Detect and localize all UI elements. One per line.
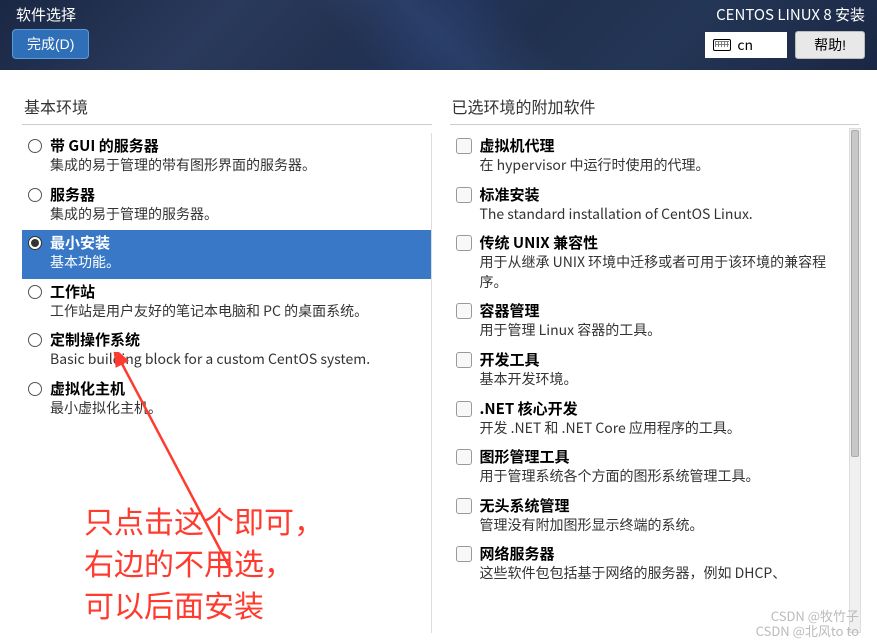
watermark: CSDN @牧竹子 CSDN @北风to to <box>756 608 859 639</box>
base-environment-column: 基本环境 带 GUI 的服务器集成的易于管理的带有图形界面的服务器。服务器集成的… <box>22 94 432 633</box>
env-option-title: 工作站 <box>50 281 425 302</box>
addon-option-desc: 用于管理 Linux 容器的工具。 <box>480 321 850 341</box>
addon-option-desc: 开发 .NET 和 .NET Core 应用程序的工具。 <box>480 419 850 439</box>
page-title: 软件选择 <box>16 4 89 25</box>
env-option-title: 最小安装 <box>50 232 425 253</box>
addon-option-title: 无头系统管理 <box>480 495 850 516</box>
addon-option-title: 标准安装 <box>480 184 850 205</box>
addon-option-desc: The standard installation of CentOS Linu… <box>480 205 850 225</box>
addon-option[interactable]: 无头系统管理管理没有附加图形显示终端的系统。 <box>450 493 856 542</box>
env-option-desc: Basic building block for a custom CentOS… <box>50 350 425 370</box>
addon-option-title: .NET 核心开发 <box>480 398 850 419</box>
radio-icon <box>28 333 42 347</box>
addon-option[interactable]: 开发工具基本开发环境。 <box>450 347 856 396</box>
radio-icon <box>28 285 42 299</box>
addon-option-title: 容器管理 <box>480 300 850 321</box>
radio-icon <box>28 188 42 202</box>
addon-option-desc: 用于从继承 UNIX 环境中迁移或者可用于该环境的兼容程序。 <box>480 253 850 292</box>
env-option-desc: 工作站是用户友好的笔记本电脑和 PC 的桌面系统。 <box>50 302 425 322</box>
lang-code: cn <box>737 35 753 55</box>
addon-option-title: 传统 UNIX 兼容性 <box>480 232 850 253</box>
env-option[interactable]: 定制操作系统Basic building block for a custom … <box>22 327 431 376</box>
addon-option-desc: 管理没有附加图形显示终端的系统。 <box>480 516 850 536</box>
radio-icon <box>28 139 42 153</box>
base-env-list: 带 GUI 的服务器集成的易于管理的带有图形界面的服务器。服务器集成的易于管理的… <box>22 133 432 633</box>
addon-option[interactable]: 图形管理工具用于管理系统各个方面的图形系统管理工具。 <box>450 444 856 493</box>
env-option[interactable]: 带 GUI 的服务器集成的易于管理的带有图形界面的服务器。 <box>22 133 431 182</box>
addons-title: 已选环境的附加软件 <box>450 94 860 118</box>
addon-option[interactable]: .NET 核心开发开发 .NET 和 .NET Core 应用程序的工具。 <box>450 396 856 445</box>
checkbox-icon <box>456 449 472 465</box>
divider <box>450 124 860 125</box>
checkbox-icon <box>456 138 472 154</box>
env-option[interactable]: 工作站工作站是用户友好的笔记本电脑和 PC 的桌面系统。 <box>22 279 431 328</box>
scrollbar[interactable] <box>849 128 861 633</box>
env-option-title: 带 GUI 的服务器 <box>50 135 425 156</box>
content-area: 基本环境 带 GUI 的服务器集成的易于管理的带有图形界面的服务器。服务器集成的… <box>0 70 877 643</box>
scrollbar-thumb[interactable] <box>851 130 859 457</box>
checkbox-icon <box>456 401 472 417</box>
env-option[interactable]: 最小安装基本功能。 <box>22 230 431 279</box>
env-option-desc: 集成的易于管理的带有图形界面的服务器。 <box>50 156 425 176</box>
env-option-desc: 基本功能。 <box>50 253 425 273</box>
divider <box>22 124 432 125</box>
checkbox-icon <box>456 187 472 203</box>
checkbox-icon <box>456 352 472 368</box>
env-option-desc: 最小虚拟化主机。 <box>50 399 425 419</box>
addon-option[interactable]: 网络服务器这些软件包包括基于网络的服务器，例如 DHCP、 <box>450 541 856 590</box>
checkbox-icon <box>456 235 472 251</box>
installer-title: CENTOS LINUX 8 安装 <box>705 4 865 25</box>
addons-column: 已选环境的附加软件 虚拟机代理在 hypervisor 中运行时使用的代理。标准… <box>450 94 860 633</box>
addon-option[interactable]: 标准安装The standard installation of CentOS … <box>450 182 856 231</box>
installer-header: 软件选择 完成(D) CENTOS LINUX 8 安装 cn 帮助! <box>0 0 877 70</box>
addon-option-desc: 这些软件包包括基于网络的服务器，例如 DHCP、 <box>480 564 850 584</box>
done-button[interactable]: 完成(D) <box>12 29 89 59</box>
env-option[interactable]: 虚拟化主机最小虚拟化主机。 <box>22 376 431 425</box>
addon-option-desc: 在 hypervisor 中运行时使用的代理。 <box>480 156 850 176</box>
env-option-title: 服务器 <box>50 184 425 205</box>
addons-list: 虚拟机代理在 hypervisor 中运行时使用的代理。标准安装The stan… <box>450 133 860 633</box>
env-option-title: 虚拟化主机 <box>50 378 425 399</box>
addon-option-title: 图形管理工具 <box>480 446 850 467</box>
radio-icon <box>28 236 42 250</box>
addon-option[interactable]: 容器管理用于管理 Linux 容器的工具。 <box>450 298 856 347</box>
addon-option[interactable]: 虚拟机代理在 hypervisor 中运行时使用的代理。 <box>450 133 856 182</box>
help-button[interactable]: 帮助! <box>795 31 865 59</box>
base-env-title: 基本环境 <box>22 94 432 118</box>
addon-option-desc: 基本开发环境。 <box>480 370 850 390</box>
addon-option[interactable]: 传统 UNIX 兼容性用于从继承 UNIX 环境中迁移或者可用于该环境的兼容程序… <box>450 230 856 298</box>
env-option-desc: 集成的易于管理的服务器。 <box>50 205 425 225</box>
addon-option-title: 开发工具 <box>480 349 850 370</box>
addon-option-desc: 用于管理系统各个方面的图形系统管理工具。 <box>480 467 850 487</box>
checkbox-icon <box>456 498 472 514</box>
addon-option-title: 网络服务器 <box>480 543 850 564</box>
env-option-title: 定制操作系统 <box>50 329 425 350</box>
checkbox-icon <box>456 546 472 562</box>
env-option[interactable]: 服务器集成的易于管理的服务器。 <box>22 182 431 231</box>
checkbox-icon <box>456 303 472 319</box>
keyboard-icon <box>713 39 731 51</box>
addon-option-title: 虚拟机代理 <box>480 135 850 156</box>
radio-icon <box>28 382 42 396</box>
keyboard-layout-indicator[interactable]: cn <box>705 32 787 58</box>
watermark-line: CSDN @北风to to <box>756 623 859 639</box>
